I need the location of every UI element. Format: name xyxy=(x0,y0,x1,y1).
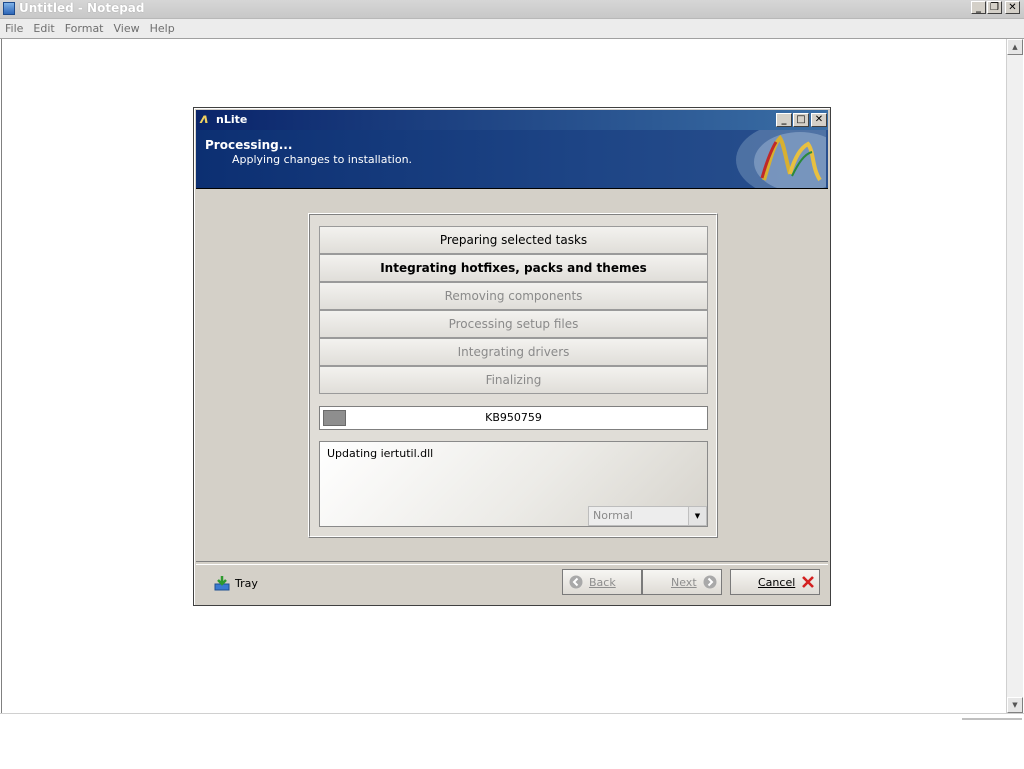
header-subtitle: Applying changes to installation. xyxy=(232,153,413,166)
priority-select[interactable]: Normal ▼ xyxy=(588,506,707,526)
menu-format[interactable]: Format xyxy=(60,19,109,38)
menu-edit[interactable]: Edit xyxy=(28,19,59,38)
menu-view[interactable]: View xyxy=(109,19,145,38)
dialog-title: nLite xyxy=(216,113,248,126)
log-text: Updating iertutil.dll xyxy=(327,447,434,460)
step-finalizing: Finalizing xyxy=(319,366,708,394)
dialog-titlebar: ʌ nLite _ □ ✕ xyxy=(196,110,828,130)
back-label: Back xyxy=(589,576,616,589)
chevron-down-icon[interactable]: ▼ xyxy=(688,507,706,525)
step-integrating-drivers: Integrating drivers xyxy=(319,338,708,366)
dialog-header: Processing... Applying changes to instal… xyxy=(196,130,828,189)
dialog-maximize-button[interactable]: □ xyxy=(793,113,809,127)
step-preparing: Preparing selected tasks xyxy=(319,226,708,254)
notepad-titlebar: Untitled - Notepad _ ❐ ✕ xyxy=(0,0,1024,19)
notepad-app-icon xyxy=(3,2,15,15)
menu-file[interactable]: File xyxy=(0,19,28,38)
nlite-dialog: ʌ nLite _ □ ✕ Processing... Applying cha… xyxy=(193,107,831,606)
scroll-down-icon[interactable]: ▼ xyxy=(1007,697,1023,713)
dialog-close-button[interactable]: ✕ xyxy=(811,113,827,127)
notepad-menubar: File Edit Format View Help xyxy=(0,19,1024,39)
step-removing-components: Removing components xyxy=(319,282,708,310)
progress-bar: KB950759 xyxy=(319,406,708,430)
log-box: Updating iertutil.dll Normal ▼ xyxy=(319,441,708,527)
vertical-scrollbar[interactable]: ▲ ▼ xyxy=(1006,39,1023,713)
next-label: Next xyxy=(671,576,697,589)
cancel-button[interactable]: Cancel xyxy=(730,569,820,595)
divider xyxy=(962,718,1022,720)
cancel-x-icon xyxy=(802,576,814,588)
cancel-label: Cancel xyxy=(758,576,796,589)
step-integrating-hotfixes: Integrating hotfixes, packs and themes xyxy=(319,254,708,282)
step-processing-setup-files: Processing setup files xyxy=(319,310,708,338)
minimize-button[interactable]: _ xyxy=(971,1,986,14)
progress-label: KB950759 xyxy=(485,411,542,424)
priority-select-value: Normal xyxy=(593,509,633,522)
tray-label: Tray xyxy=(235,577,258,590)
next-arrow-icon xyxy=(703,575,717,589)
back-arrow-icon xyxy=(569,575,583,589)
scroll-up-icon[interactable]: ▲ xyxy=(1007,39,1023,55)
divider xyxy=(196,561,828,565)
nlite-app-icon: ʌ xyxy=(200,112,209,127)
tray-icon xyxy=(214,576,230,591)
notepad-bottom-area xyxy=(0,713,1024,769)
header-title: Processing... xyxy=(205,138,293,152)
next-button[interactable]: Next xyxy=(642,569,722,595)
notepad-title: Untitled - Notepad xyxy=(19,1,145,15)
progress-panel: Preparing selected tasks Integrating hot… xyxy=(308,213,718,538)
nlite-logo-icon xyxy=(736,130,826,188)
dialog-minimize-button[interactable]: _ xyxy=(776,113,792,127)
close-button[interactable]: ✕ xyxy=(1005,1,1020,14)
menu-help[interactable]: Help xyxy=(145,19,180,38)
restore-button[interactable]: ❐ xyxy=(987,1,1002,14)
back-button[interactable]: Back xyxy=(562,569,642,595)
